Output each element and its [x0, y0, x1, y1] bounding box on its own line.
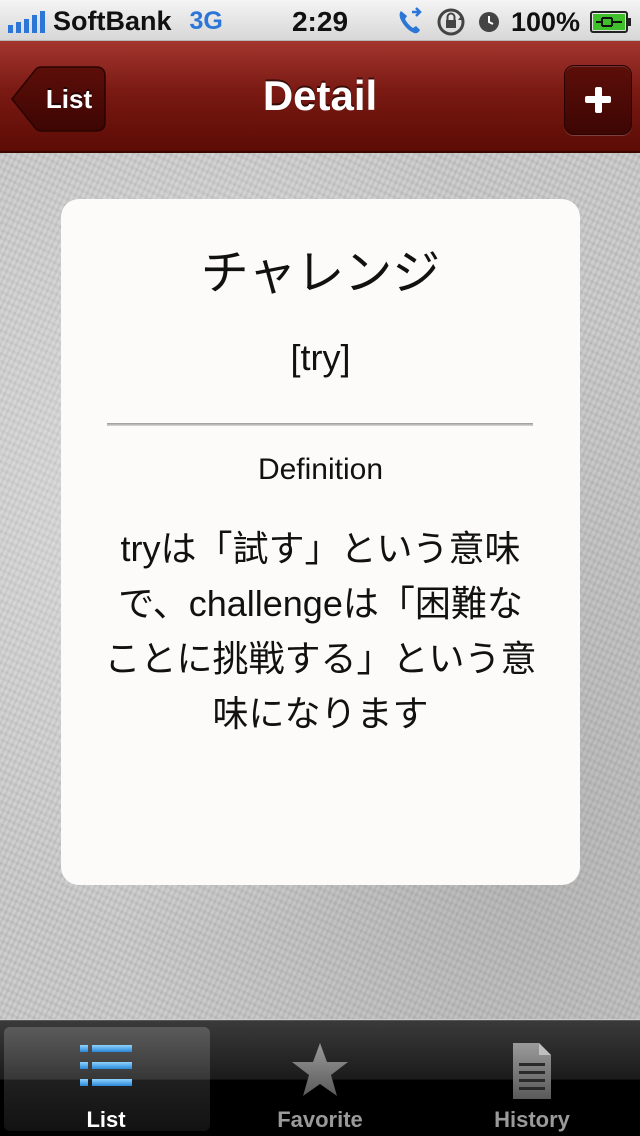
add-button[interactable] — [564, 65, 632, 135]
tab-favorite[interactable]: Favorite — [214, 1021, 426, 1136]
star-icon — [292, 1043, 348, 1096]
content-area: チャレンジ [try] Definition tryは「試す」という意味で、ch… — [0, 153, 640, 1019]
tab-label: Favorite — [277, 1107, 363, 1132]
battery-percent: 100% — [510, 6, 580, 37]
tab-label: List — [86, 1107, 126, 1132]
definition-label: Definition — [257, 453, 384, 486]
tab-label: History — [494, 1107, 570, 1132]
navigation-bar: List Detail — [0, 41, 640, 153]
entry-card: チャレンジ [try] Definition tryは「試す」という意味で、ch… — [61, 199, 580, 885]
screen: SoftBank 3G 2:29 100% List Detail チャレンジ … — [0, 0, 640, 1136]
status-bar: SoftBank 3G 2:29 100% — [0, 0, 640, 41]
document-icon — [513, 1043, 551, 1099]
alarm-clock-icon — [478, 12, 499, 32]
list-icon — [80, 1045, 132, 1086]
entry-word: チャレンジ — [200, 247, 441, 300]
tab-bar: List Favorite History — [0, 1020, 640, 1136]
rotation-lock-icon — [437, 8, 465, 36]
call-forwarding-icon — [399, 7, 422, 34]
definition-text: tryは「試す」という意味で、challengeは「困難なことに挑戦する」という… — [104, 528, 537, 734]
status-right: 100% — [395, 6, 632, 38]
battery-charging-icon — [590, 11, 631, 33]
tab-history[interactable]: History — [426, 1021, 638, 1136]
entry-reading: [try] — [290, 337, 351, 378]
page-title: Detail — [262, 72, 378, 119]
tab-list[interactable]: List — [0, 1021, 212, 1136]
divider — [107, 423, 533, 426]
